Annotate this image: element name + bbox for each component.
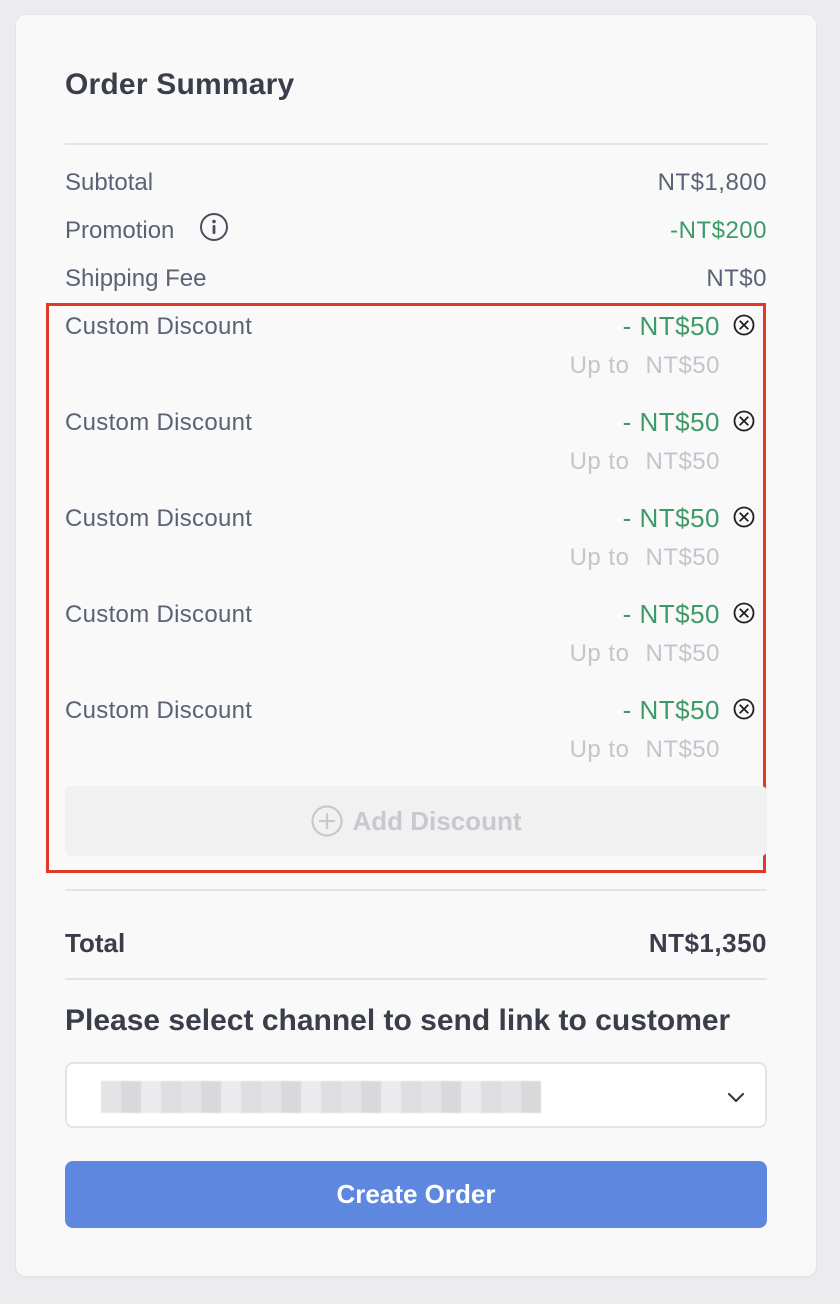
page-title: Order Summary xyxy=(65,68,295,101)
close-circle-icon[interactable] xyxy=(733,698,755,720)
promotion-value: -NT$200 xyxy=(670,217,767,244)
discount-limit: Up to NT$50 xyxy=(570,640,720,668)
discount-limit-prefix: Up to xyxy=(569,640,630,667)
discount-limit-value: NT$50 xyxy=(645,352,720,379)
discount-amount: - NT$50 xyxy=(622,695,720,725)
discount-limit-value: NT$50 xyxy=(645,448,720,475)
discount-limit-value: NT$50 xyxy=(645,640,720,667)
close-circle-icon[interactable] xyxy=(733,506,755,528)
divider xyxy=(65,978,767,980)
shipping-fee-value: NT$0 xyxy=(706,265,767,292)
discount-label: Custom Discount xyxy=(65,505,253,532)
subtotal-value: NT$1,800 xyxy=(657,169,767,196)
discount-label: Custom Discount xyxy=(65,601,253,628)
subtotal-label: Subtotal xyxy=(65,169,154,196)
add-discount-label: Add Discount xyxy=(352,805,522,836)
discount-limit-value: NT$50 xyxy=(645,544,720,571)
close-circle-icon[interactable] xyxy=(733,602,755,624)
discount-label: Custom Discount xyxy=(65,409,253,436)
discount-limit-prefix: Up to xyxy=(569,448,630,475)
close-circle-icon[interactable] xyxy=(733,410,755,432)
chevron-down-icon xyxy=(727,1092,745,1103)
discount-limit-prefix: Up to xyxy=(569,736,630,763)
discount-amount: - NT$50 xyxy=(622,503,720,533)
info-icon[interactable] xyxy=(200,213,228,241)
discount-amount: - NT$50 xyxy=(622,599,720,629)
divider xyxy=(65,143,767,145)
total-label: Total xyxy=(65,928,126,958)
discount-limit: Up to NT$50 xyxy=(570,352,720,380)
discount-label: Custom Discount xyxy=(65,313,253,340)
discount-limit-prefix: Up to xyxy=(569,352,630,379)
promotion-label: Promotion xyxy=(65,217,175,244)
discount-limit-value: NT$50 xyxy=(645,736,720,763)
discount-limit: Up to NT$50 xyxy=(570,544,720,572)
discount-label: Custom Discount xyxy=(65,697,253,724)
channel-selected-value-redacted xyxy=(101,1081,541,1113)
channel-select[interactable] xyxy=(65,1062,767,1128)
divider xyxy=(65,889,767,891)
create-order-button[interactable]: Create Order xyxy=(65,1161,767,1228)
plus-circle-icon xyxy=(310,805,343,837)
close-circle-icon[interactable] xyxy=(733,314,755,336)
add-discount-button[interactable]: Add Discount xyxy=(65,786,767,856)
discount-amount: - NT$50 xyxy=(622,407,720,437)
discount-limit-prefix: Up to xyxy=(569,544,630,571)
total-value: NT$1,350 xyxy=(648,928,767,958)
discount-amount: - NT$50 xyxy=(622,311,720,341)
channel-section-title: Please select channel to send link to cu… xyxy=(65,1004,731,1037)
discount-limit: Up to NT$50 xyxy=(570,448,720,476)
discount-limit: Up to NT$50 xyxy=(570,736,720,764)
shipping-fee-label: Shipping Fee xyxy=(65,265,207,292)
